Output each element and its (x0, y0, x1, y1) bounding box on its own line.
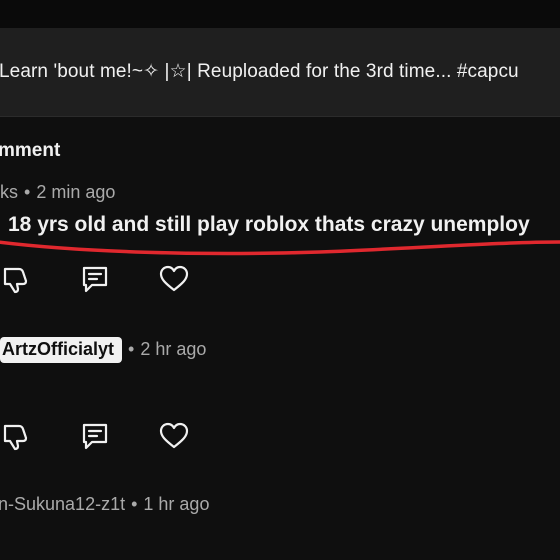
like-button[interactable] (159, 421, 189, 451)
comment-author[interactable]: n-Sukuna12-z1t (0, 494, 125, 514)
meta-separator: • (128, 339, 135, 359)
comment-meta: ArtzOfficialyt • 2 hr ago (0, 337, 206, 363)
meta-separator: • (131, 494, 138, 514)
comments-heading: mment (0, 140, 61, 161)
creator-author-badge[interactable]: ArtzOfficialyt (0, 337, 123, 363)
thumbs-down-icon (3, 267, 28, 294)
heart-icon (159, 422, 189, 449)
video-title[interactable]: Learn 'bout me!~✧ |☆| Reuploaded for the… (0, 60, 519, 83)
comment-actions (0, 421, 560, 455)
like-button[interactable] (159, 264, 189, 294)
top-strip (0, 0, 560, 28)
meta-separator: • (24, 182, 31, 202)
comment-reply-icon (82, 423, 108, 450)
dislike-button[interactable] (1, 421, 31, 451)
dislike-button[interactable] (1, 264, 31, 294)
comment-meta: n-Sukuna12-z1t • 1 hr ago (0, 494, 209, 515)
red-underline-annotation (0, 240, 560, 256)
comment-reply-icon (82, 266, 108, 293)
thumbs-down-icon (3, 424, 28, 451)
comment-actions (0, 264, 560, 298)
underline-stroke (0, 240, 560, 256)
comment-meta: ks • 2 min ago (0, 182, 115, 203)
reply-button[interactable] (80, 264, 110, 294)
comment-timestamp: 1 hr ago (143, 494, 210, 514)
reply-button[interactable] (80, 421, 110, 451)
heart-icon (159, 265, 189, 292)
comment-timestamp: 2 min ago (36, 182, 116, 202)
comment-timestamp: 2 hr ago (140, 339, 207, 359)
video-title-bar[interactable]: Learn 'bout me!~✧ |☆| Reuploaded for the… (0, 28, 560, 117)
comment-author[interactable]: ks (0, 182, 18, 202)
